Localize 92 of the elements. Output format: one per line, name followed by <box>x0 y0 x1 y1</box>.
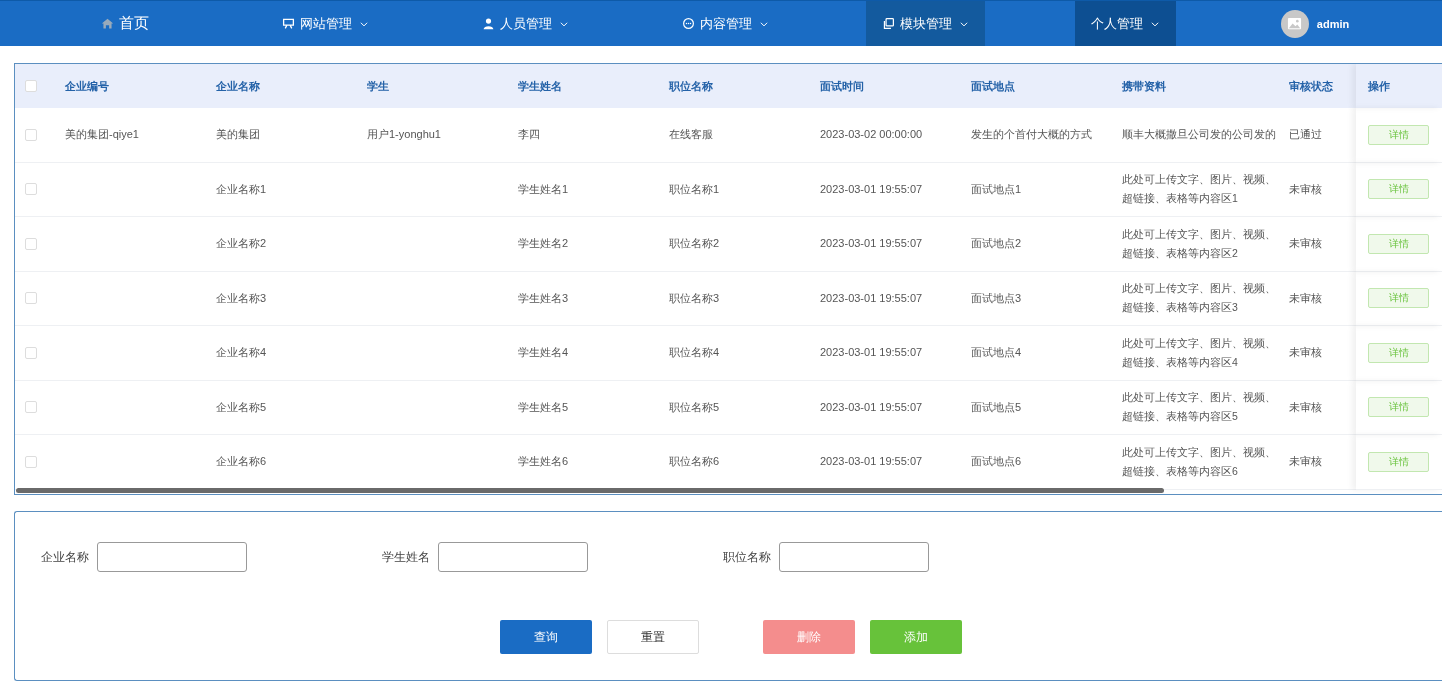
table-cell-text: 2023-03-01 19:55:07 <box>820 345 923 361</box>
column-header: 职位名称 <box>669 78 713 94</box>
table-cell-text: 企业名称2 <box>216 236 267 252</box>
checkbox[interactable] <box>25 401 37 414</box>
table-cell-text: 此处可上传文字、图片、视频、超链接、表格等内容区6 <box>1122 444 1277 479</box>
table-cell-text: 面试地点4 <box>971 345 1022 361</box>
nav-menu-item[interactable]: 个人管理 <box>1074 1 1176 46</box>
table-cell-text: 学生姓名4 <box>518 345 569 361</box>
column-header: 学生姓名 <box>518 78 562 94</box>
table-cell-text: 面试地点6 <box>971 454 1022 470</box>
table-cell-text: 职位名称6 <box>669 454 720 470</box>
table-cell-text: 2023-03-01 19:55:07 <box>820 399 923 415</box>
avatar-icon[interactable] <box>1280 9 1309 38</box>
table-cell-text: 面试地点2 <box>971 236 1022 252</box>
nav-menu-item[interactable]: 模块管理 <box>865 1 985 46</box>
table-cell-text: 学生姓名3 <box>518 290 569 306</box>
table-cell-text: 2023-03-01 19:55:07 <box>820 290 923 306</box>
table-cell-text: 已通过 <box>1289 127 1322 143</box>
image-icon <box>1287 16 1303 31</box>
checkbox[interactable] <box>25 455 37 468</box>
table-cell-text: 职位名称4 <box>669 345 720 361</box>
checkbox[interactable] <box>25 346 37 359</box>
column-header: 携带资料 <box>1122 78 1166 94</box>
table-cell-text: 顺丰大概撒旦公司发的公司发的 <box>1122 127 1276 143</box>
table-cell-text: 未审核 <box>1289 290 1322 306</box>
table-cell-text: 2023-03-01 19:55:07 <box>820 181 923 197</box>
table-cell-text: 面试地点5 <box>971 399 1022 415</box>
input-field[interactable] <box>438 542 588 572</box>
checkbox[interactable] <box>25 292 37 305</box>
table-cell-text: 发生的个首付大概的方式 <box>971 127 1092 143</box>
table-cell-text: 美的集团 <box>216 127 260 143</box>
table-cell-text: 未审核 <box>1289 345 1322 361</box>
table-cell-text: 职位名称1 <box>669 181 720 197</box>
column-header: 操作 <box>1368 78 1390 94</box>
chat-bubble-icon <box>681 17 695 30</box>
checkbox[interactable] <box>25 128 37 141</box>
reset-button[interactable]: 重置 <box>607 620 699 654</box>
table-cell-text: 美的集团-qiye1 <box>65 127 139 143</box>
table-cell-text: 学生姓名2 <box>518 236 569 252</box>
nav-menu-item[interactable]: 网站管理 <box>265 1 385 46</box>
table-cell-text: 学生姓名5 <box>518 399 569 415</box>
table-cell-text: 面试地点3 <box>971 290 1022 306</box>
column-header: 学生 <box>367 78 389 94</box>
field-label: 学生姓名 <box>382 548 430 566</box>
table-cell-text: 此处可上传文字、图片、视频、超链接、表格等内容区3 <box>1122 281 1277 316</box>
table-cell-text: 2023-03-01 19:55:07 <box>820 454 923 470</box>
table-cell-text: 此处可上传文字、图片、视频、超链接、表格等内容区1 <box>1122 172 1277 207</box>
checkbox[interactable] <box>25 183 37 196</box>
table-cell-text: 未审核 <box>1289 454 1322 470</box>
nav-menu-item[interactable]: 首页 <box>85 1 165 46</box>
table-cell-text: 面试地点1 <box>971 181 1022 197</box>
easel-icon <box>281 17 295 30</box>
search-button[interactable]: 查询 <box>500 620 592 654</box>
user-name[interactable]: admin <box>1316 17 1350 30</box>
user-icon <box>481 17 495 30</box>
table-cell-text: 未审核 <box>1289 181 1322 197</box>
field-label: 职位名称 <box>723 548 771 566</box>
nav-menu-item[interactable]: 内容管理 <box>665 1 785 46</box>
input-field[interactable] <box>97 542 247 572</box>
copy-icon <box>881 17 895 30</box>
table-cell-text: 企业名称6 <box>216 454 267 470</box>
table-cell-text: 用户1-yonghu1 <box>367 127 441 143</box>
column-header: 企业名称 <box>216 78 260 94</box>
table-cell-text: 2023-03-01 19:55:07 <box>820 236 923 252</box>
table-cell-text: 李四 <box>518 127 540 143</box>
table-cell-text: 学生姓名6 <box>518 454 569 470</box>
table-cell-text: 2023-03-02 00:00:00 <box>820 127 923 143</box>
table-cell-text: 学生姓名1 <box>518 181 569 197</box>
table-cell-text: 职位名称5 <box>669 399 720 415</box>
table-cell-text: 未审核 <box>1289 236 1322 252</box>
table-cell-text: 企业名称1 <box>216 181 267 197</box>
home-icon <box>101 17 114 30</box>
table-cell-text: 此处可上传文字、图片、视频、超链接、表格等内容区4 <box>1122 335 1277 370</box>
column-header: 面试地点 <box>971 78 1015 94</box>
input-field[interactable] <box>779 542 929 572</box>
column-header: 审核状态 <box>1289 78 1333 94</box>
field-label: 企业名称 <box>41 548 89 566</box>
column-header: 面试时间 <box>820 78 864 94</box>
checkbox[interactable] <box>25 80 37 92</box>
table-cell-text: 职位名称2 <box>669 236 720 252</box>
table-cell-text: 职位名称3 <box>669 290 720 306</box>
checkbox[interactable] <box>25 237 37 250</box>
table-cell-text: 企业名称3 <box>216 290 267 306</box>
table-cell-text: 企业名称5 <box>216 399 267 415</box>
column-header: 企业编号 <box>65 78 109 94</box>
table-cell-text: 未审核 <box>1289 399 1322 415</box>
nav-menu-item[interactable]: 人员管理 <box>465 1 585 46</box>
table-cell-text: 此处可上传文字、图片、视频、超链接、表格等内容区2 <box>1122 226 1277 261</box>
table-cell-text: 在线客服 <box>669 127 713 143</box>
table-cell-text: 此处可上传文字、图片、视频、超链接、表格等内容区5 <box>1122 390 1277 425</box>
scrollbar-thumb[interactable] <box>16 488 1164 493</box>
table-cell-text: 企业名称4 <box>216 345 267 361</box>
